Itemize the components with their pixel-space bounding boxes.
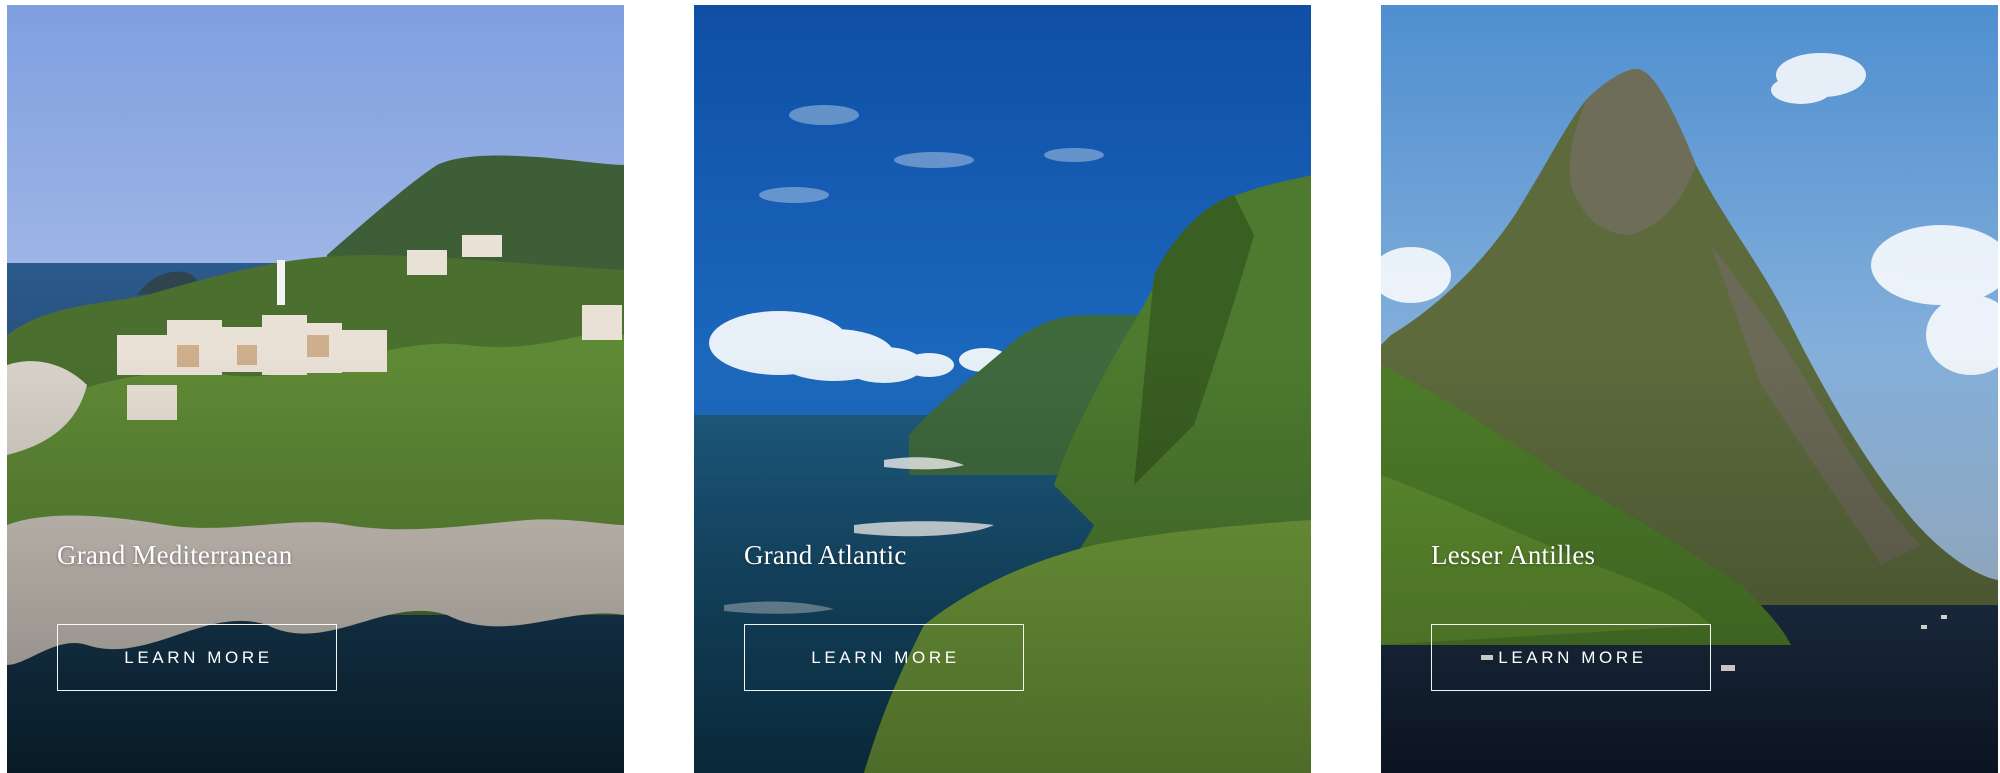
learn-more-button[interactable]: LEARN MORE [744,624,1024,691]
destination-title: Grand Atlantic [744,540,907,570]
destination-card-grand-atlantic[interactable]: Grand Atlantic LEARN MORE [694,5,1311,773]
learn-more-button[interactable]: LEARN MORE [1431,624,1711,691]
learn-more-button[interactable]: LEARN MORE [57,624,337,691]
destination-title: Grand Mediterranean [57,540,293,570]
destination-title: Lesser Antilles [1431,540,1596,570]
destination-card-grid: Grand Mediterranean LEARN MORE Grand Atl… [0,0,2000,773]
destination-card-grand-mediterranean[interactable]: Grand Mediterranean LEARN MORE [7,5,624,773]
destination-card-lesser-antilles[interactable]: Lesser Antilles LEARN MORE [1381,5,1998,773]
